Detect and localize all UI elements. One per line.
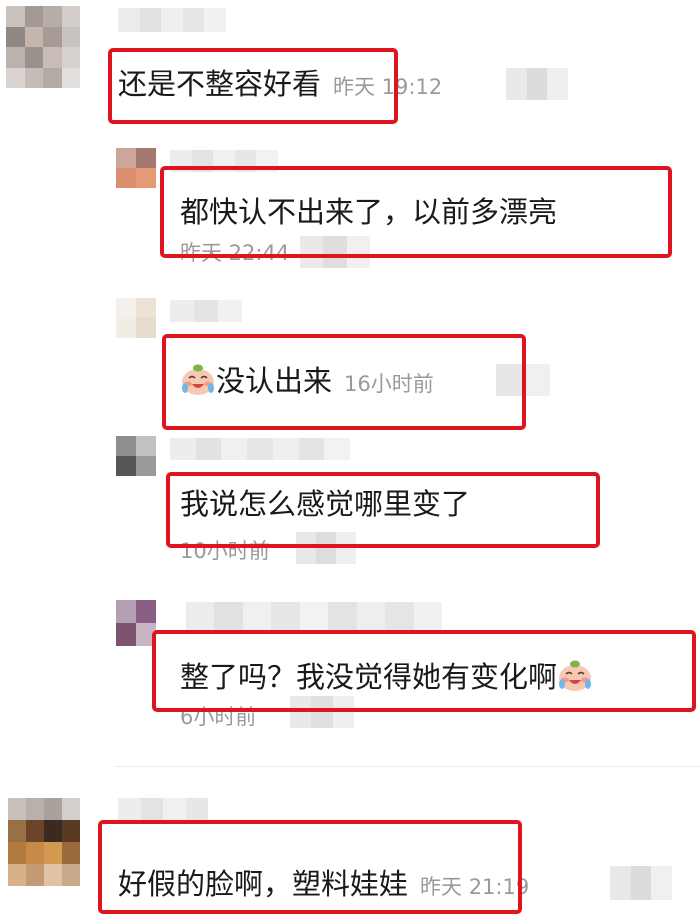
- username-blurred[interactable]: [118, 798, 208, 820]
- username-blurred[interactable]: [170, 438, 350, 460]
- location-blurred: [496, 364, 550, 396]
- crying-laugh-emoji: [557, 658, 593, 692]
- divider: [114, 766, 700, 767]
- username-blurred[interactable]: [118, 8, 226, 32]
- comment-text: 都快认不出来了，以前多漂亮: [180, 195, 558, 229]
- comment-body: 好假的脸啊，塑料娃娃: [118, 867, 409, 901]
- comment-time: 16小时前: [344, 372, 434, 396]
- comment-text: 整了吗？我没觉得她有变化啊: [180, 658, 593, 695]
- location-blurred: [610, 866, 672, 900]
- username-blurred[interactable]: [170, 300, 242, 322]
- comment-text: 还是不整容好看 昨天 19:12: [118, 66, 442, 105]
- location-blurred: [300, 236, 370, 268]
- avatar[interactable]: [116, 436, 156, 476]
- comment-text: 我说怎么感觉哪里变了: [180, 487, 471, 521]
- avatar[interactable]: [116, 600, 156, 646]
- comment-time: 昨天 22:44: [180, 241, 290, 265]
- comment-body: 没认出来: [216, 364, 333, 398]
- comment-time: 10小时前: [180, 539, 270, 563]
- comment-time: 昨天 19:12: [333, 75, 443, 99]
- comment-text: 好假的脸啊，塑料娃娃 昨天 21:19: [118, 866, 529, 905]
- username-blurred[interactable]: [170, 150, 278, 172]
- username-blurred[interactable]: [186, 602, 442, 634]
- comment-time: 6小时前: [180, 705, 257, 729]
- avatar[interactable]: [8, 798, 80, 886]
- comment-body: 还是不整容好看: [118, 67, 322, 101]
- avatar[interactable]: [116, 298, 156, 338]
- crying-laugh-emoji: [180, 362, 216, 396]
- location-blurred: [296, 532, 356, 564]
- comment-text: 没认出来 16小时前: [180, 362, 434, 402]
- avatar[interactable]: [6, 6, 80, 88]
- comment-time: 昨天 21:19: [420, 875, 530, 899]
- comment-body: 整了吗？我没觉得她有变化啊: [180, 660, 558, 694]
- location-blurred: [506, 68, 568, 100]
- location-blurred: [290, 696, 354, 728]
- avatar[interactable]: [116, 148, 156, 188]
